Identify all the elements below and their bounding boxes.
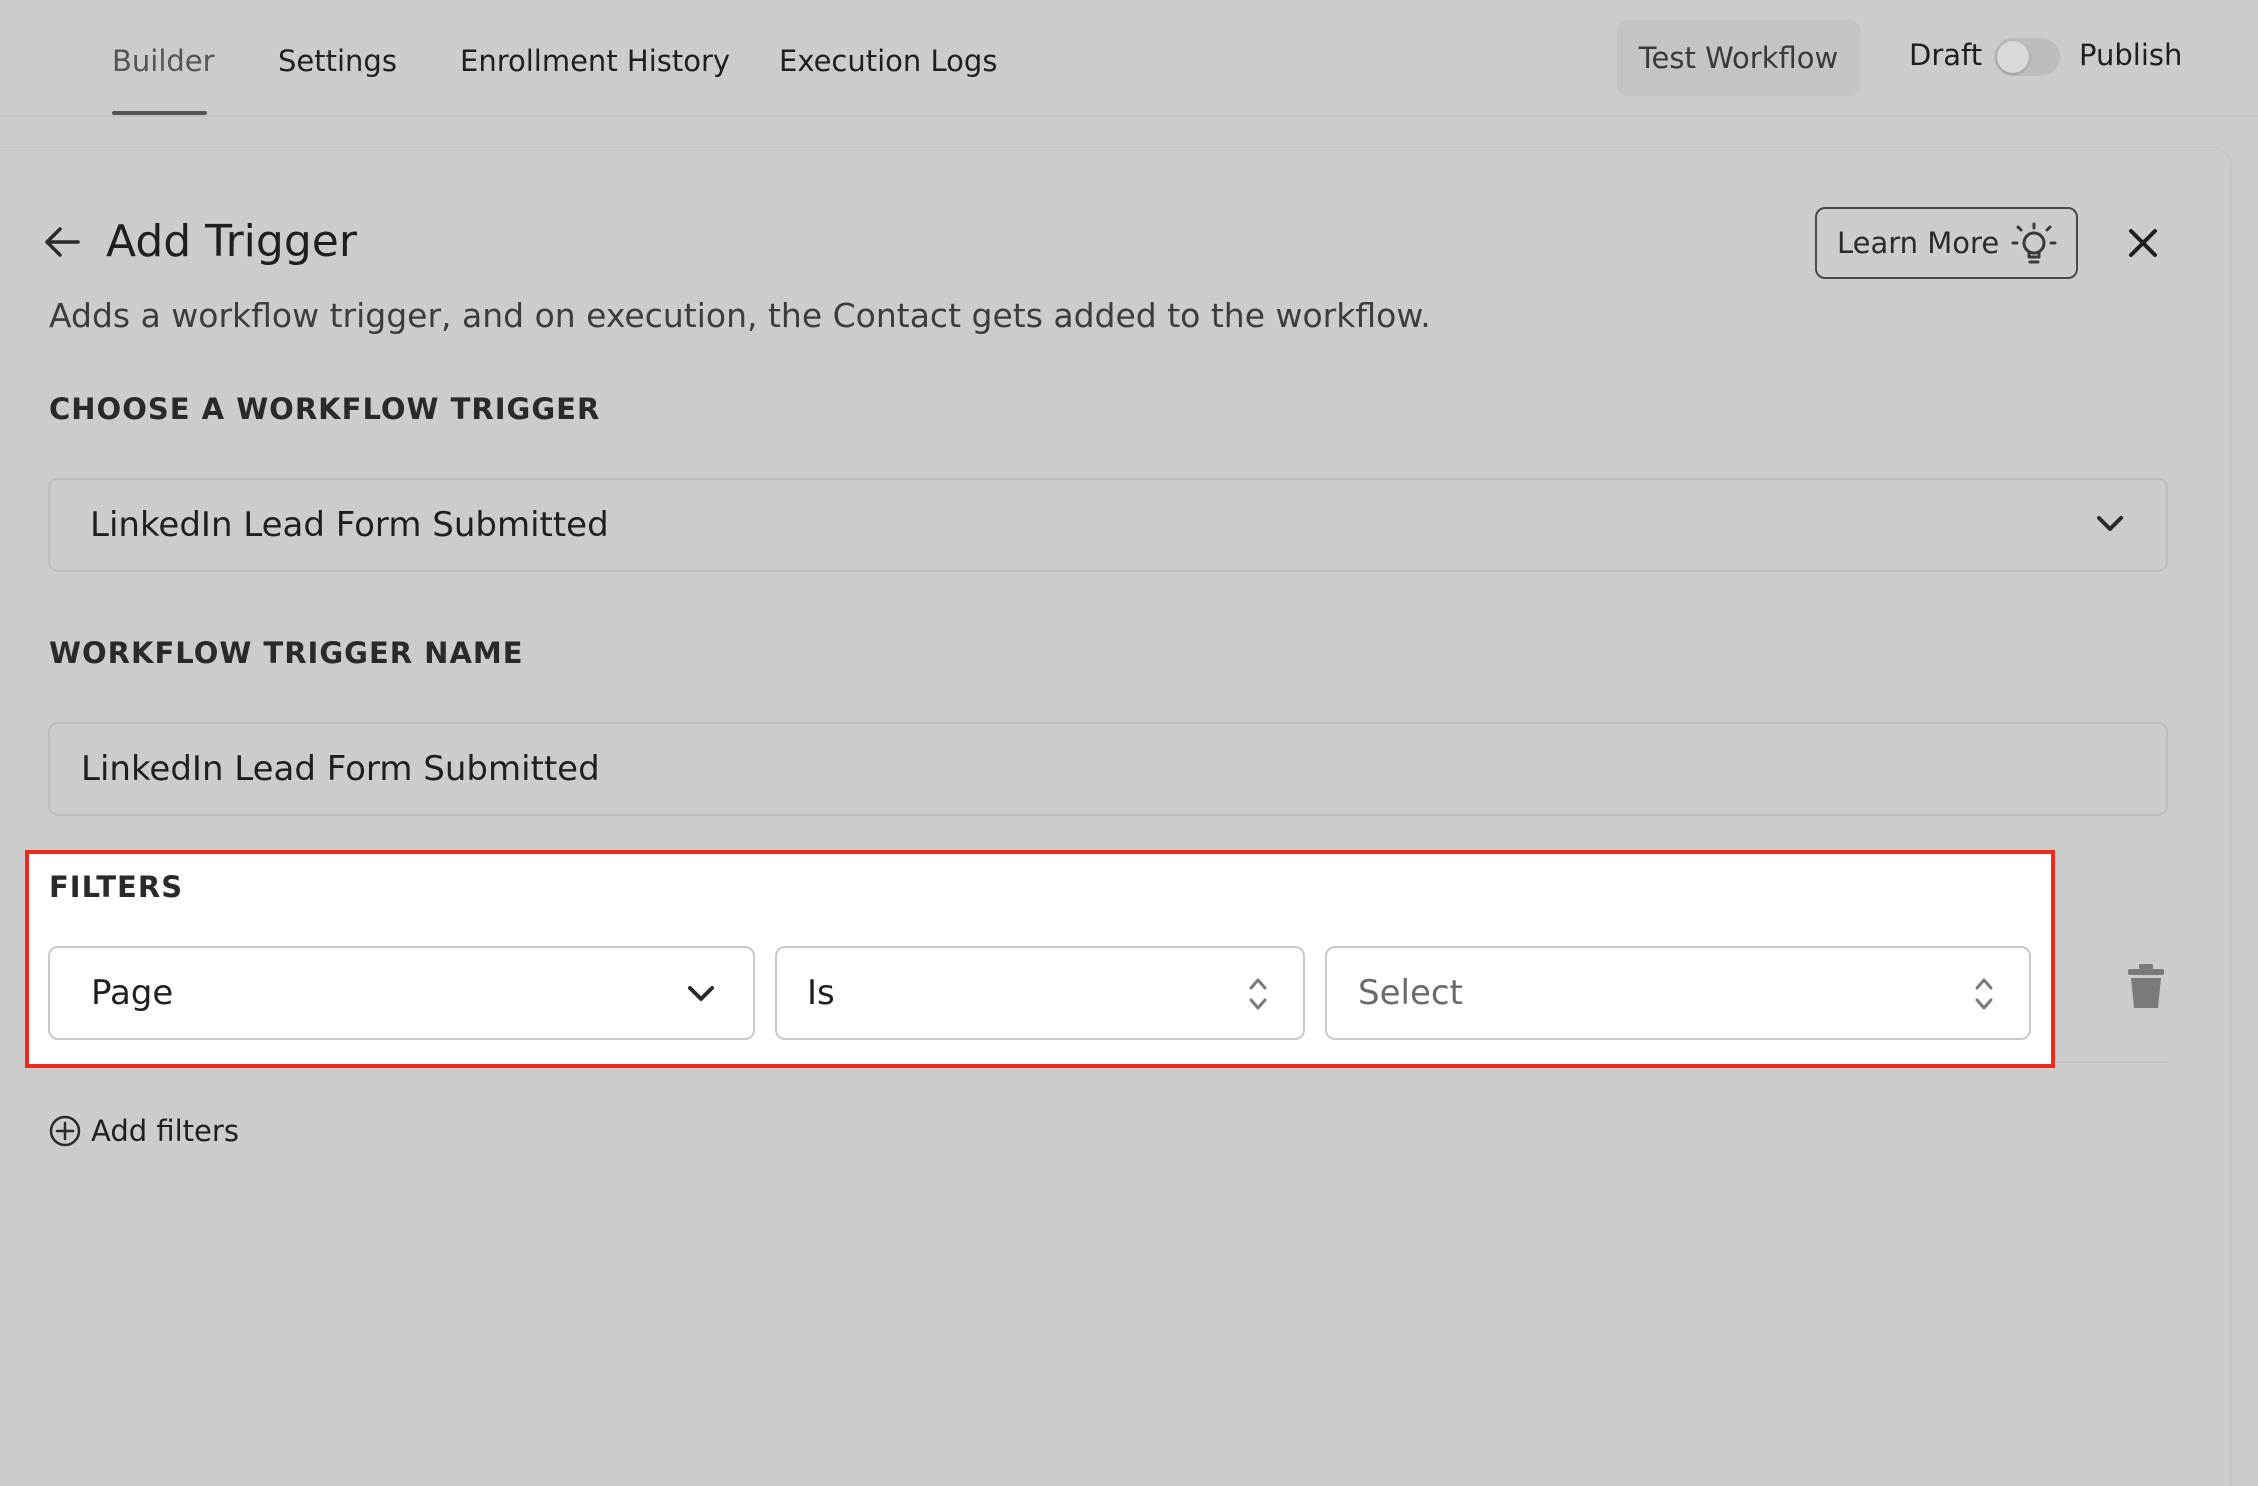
filter-field-value: Page [91, 973, 174, 1013]
publish-toggle[interactable] [1994, 38, 2060, 76]
tab-execution-logs[interactable]: Execution Logs [779, 44, 997, 78]
learn-more-button[interactable]: Learn More [1815, 207, 2078, 279]
trigger-type-select[interactable]: LinkedIn Lead Form Submitted [48, 478, 2168, 572]
learn-more-label: Learn More [1837, 226, 2000, 260]
toggle-knob [1997, 41, 2029, 73]
chevron-down-icon [2097, 516, 2123, 531]
trigger-name-input[interactable]: LinkedIn Lead Form Submitted [48, 722, 2168, 816]
chevron-down-icon [688, 986, 714, 1001]
add-filters-button[interactable]: Add filters [49, 1114, 239, 1148]
draft-label: Draft [1909, 38, 1983, 72]
sort-arrows-icon [1975, 978, 1993, 1010]
add-trigger-panel [0, 146, 2232, 1486]
add-filters-label: Add filters [91, 1114, 239, 1148]
close-icon[interactable] [2124, 224, 2162, 262]
trigger-type-value: LinkedIn Lead Form Submitted [90, 505, 609, 545]
choose-trigger-label: CHOOSE A WORKFLOW TRIGGER [49, 392, 601, 426]
filter-value-placeholder: Select [1358, 973, 1463, 1013]
active-tab-indicator [112, 111, 207, 115]
test-workflow-button[interactable]: Test Workflow [1617, 20, 1860, 96]
panel-description: Adds a workflow trigger, and on executio… [49, 296, 1431, 335]
filters-label: FILTERS [49, 870, 184, 904]
publish-label: Publish [2079, 38, 2183, 72]
lightbulb-icon [2011, 222, 2057, 264]
sort-arrows-icon [1249, 978, 1267, 1010]
filter-row-divider [2055, 1061, 2167, 1063]
plus-circle-icon [49, 1115, 81, 1147]
panel-title: Add Trigger [106, 216, 357, 267]
filter-operator-value: Is [807, 973, 835, 1013]
back-arrow-icon[interactable] [40, 220, 84, 264]
filter-field-select[interactable]: Page [48, 946, 755, 1040]
trash-icon[interactable] [2126, 962, 2166, 1010]
tab-enrollment-history[interactable]: Enrollment History [460, 44, 730, 78]
filter-operator-select[interactable]: Is [775, 946, 1305, 1040]
tab-builder[interactable]: Builder [112, 44, 215, 78]
top-navigation-bar: Builder Settings Enrollment History Exec… [0, 0, 2258, 117]
filter-value-select[interactable]: Select [1325, 946, 2031, 1040]
trigger-name-value: LinkedIn Lead Form Submitted [81, 749, 600, 789]
trigger-name-label: WORKFLOW TRIGGER NAME [49, 636, 524, 670]
tab-settings[interactable]: Settings [278, 44, 397, 78]
